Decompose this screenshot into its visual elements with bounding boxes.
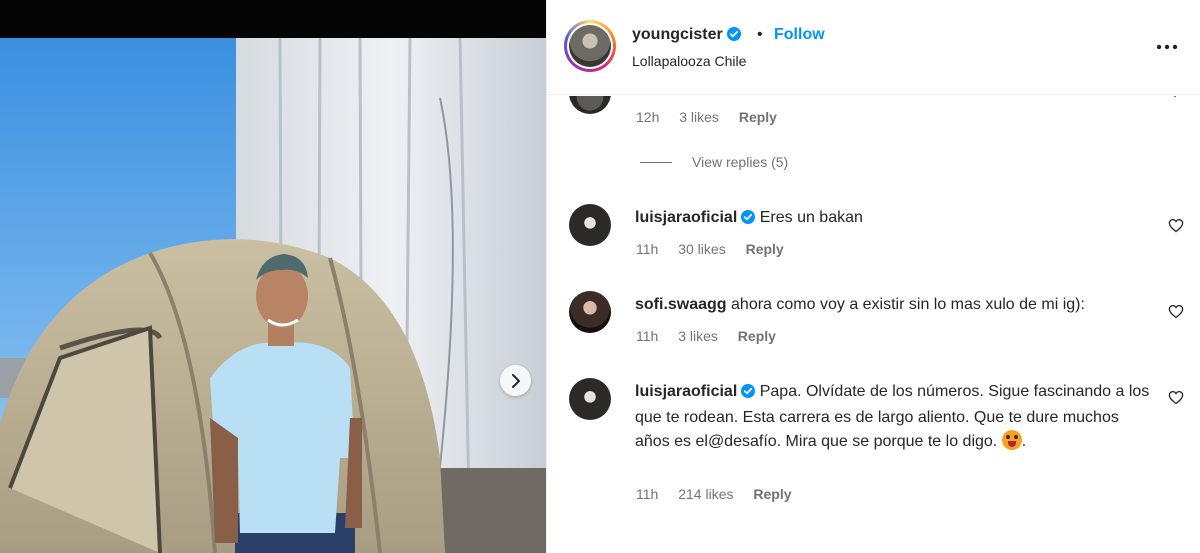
comment-time[interactable]: 12h xyxy=(636,109,659,125)
comment-text: ahora como voy a existir sin lo mas xulo… xyxy=(731,296,1085,313)
view-replies-button[interactable]: View replies (5) xyxy=(640,154,788,170)
more-options-button[interactable] xyxy=(1155,38,1179,56)
carousel-next-button[interactable] xyxy=(500,365,531,396)
post-location[interactable]: Lollapalooza Chile xyxy=(632,53,746,69)
verified-badge-icon xyxy=(726,27,741,46)
author-avatar[interactable] xyxy=(564,20,616,72)
comment-likes[interactable]: 214 likes xyxy=(678,486,733,502)
comment-text: Eres un bakan xyxy=(759,209,863,226)
comment-meta: 11h 214 likes Reply xyxy=(636,486,808,502)
comment-likes[interactable]: 3 likes xyxy=(678,328,718,344)
follow-button[interactable]: Follow xyxy=(774,26,825,44)
comment-avatar[interactable] xyxy=(569,378,611,420)
comment-username[interactable]: luisjaraoficial xyxy=(635,209,737,226)
comment-username[interactable]: luisjaraoficial xyxy=(635,383,737,400)
heart-icon[interactable] xyxy=(1168,304,1184,319)
comment-text-end: . xyxy=(1021,433,1027,450)
verified-badge-icon xyxy=(741,208,756,232)
header-separator: • xyxy=(757,26,763,43)
comment-avatar[interactable] xyxy=(569,204,611,246)
reply-button[interactable]: Reply xyxy=(739,109,777,125)
author-username[interactable]: youngcister xyxy=(632,26,741,46)
comment-time[interactable]: 11h xyxy=(636,328,658,344)
heart-icon[interactable] xyxy=(1168,390,1184,405)
comment-time[interactable]: 11h xyxy=(636,241,658,257)
reply-button[interactable]: Reply xyxy=(753,486,791,502)
post-photo xyxy=(0,38,546,553)
comment-time[interactable]: 11h xyxy=(636,486,658,502)
comments-panel: youngcister • Follow Lollapalooza Chile … xyxy=(546,0,1200,553)
chevron-right-icon xyxy=(511,373,520,388)
comment-likes[interactable]: 3 likes xyxy=(679,109,719,125)
comment-meta: 12h 3 likes Reply xyxy=(636,109,793,125)
view-replies-label[interactable]: View replies (5) xyxy=(692,154,788,170)
post-header: youngcister • Follow Lollapalooza Chile xyxy=(547,0,1200,95)
media-top-bar xyxy=(0,0,546,38)
reply-button[interactable]: Reply xyxy=(746,241,784,257)
replies-divider xyxy=(640,161,672,163)
comment-meta: 11h 3 likes Reply xyxy=(636,328,792,344)
comment-body: luisjaraoficial Papa. Olvídate de los nú… xyxy=(635,380,1155,454)
tongue-out-emoji-icon xyxy=(1001,430,1022,450)
post-media xyxy=(0,0,546,553)
comment-likes[interactable]: 30 likes xyxy=(678,241,725,257)
comment-body: luisjaraoficial Eres un bakan xyxy=(635,206,1155,232)
comments-list: 12h 3 likes Reply View replies (5) luisj… xyxy=(547,96,1200,553)
more-horizontal-icon xyxy=(1156,44,1178,50)
reply-button[interactable]: Reply xyxy=(738,328,776,344)
photo-illustration xyxy=(0,38,546,553)
comment-username[interactable]: sofi.swaagg xyxy=(635,296,727,313)
chevron-icon[interactable] xyxy=(1168,96,1182,100)
comment-meta: 11h 30 likes Reply xyxy=(636,241,800,257)
comment-body: sofi.swaagg ahora como voy a existir sin… xyxy=(635,293,1155,317)
verified-badge-icon xyxy=(741,382,756,406)
comment-avatar[interactable] xyxy=(569,96,611,114)
heart-icon[interactable] xyxy=(1168,218,1184,233)
comment-avatar[interactable] xyxy=(569,291,611,333)
